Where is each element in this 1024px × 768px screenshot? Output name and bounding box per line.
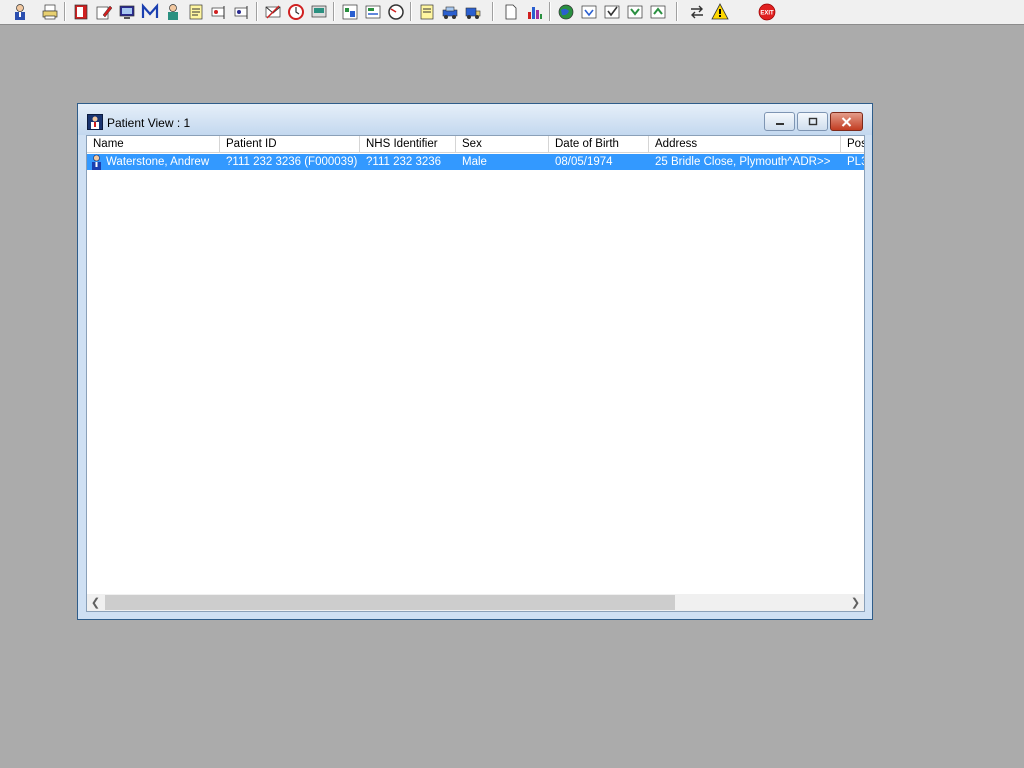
cell-address: 25 Bridle Close, Plymouth^ADR>> <box>655 156 831 168</box>
restore-icon <box>808 117 817 126</box>
column-header-patient-id[interactable]: Patient ID <box>220 136 360 153</box>
globe-icon[interactable] <box>555 1 576 22</box>
notes-icon[interactable] <box>185 1 206 22</box>
list-icon[interactable] <box>578 1 599 22</box>
exit-icon[interactable]: EXIT <box>756 1 777 22</box>
flag-icon[interactable] <box>208 1 229 22</box>
card-icon[interactable] <box>362 1 383 22</box>
table-row[interactable]: Waterstone, Andrew ?111 232 3236 (F00003… <box>87 154 864 170</box>
exit-label: EXIT <box>760 10 774 16</box>
transfer-icon[interactable] <box>686 1 707 22</box>
check-list-icon[interactable] <box>601 1 622 22</box>
patient-view-icon <box>87 114 103 130</box>
cell-name: Waterstone, Andrew <box>106 156 210 168</box>
cell-patient-id: ?111 232 3236 (F000039) <box>226 156 358 168</box>
horizontal-scrollbar[interactable]: ❮ ❯ <box>87 594 864 611</box>
import-icon[interactable] <box>624 1 645 22</box>
minimize-icon <box>775 122 784 125</box>
column-header-postcode[interactable]: Pos <box>841 136 864 153</box>
document-icon[interactable] <box>500 1 521 22</box>
scrollbar-thumb[interactable] <box>105 595 675 610</box>
close-button[interactable] <box>830 112 863 131</box>
patient-view-window: Patient View : 1 Name Patient ID NHS Ide… <box>77 103 873 620</box>
cell-nhs-identifier: ?111 232 3236 <box>366 156 442 168</box>
list-header: Name Patient ID NHS Identifier Sex Date … <box>87 136 864 153</box>
restore-button[interactable] <box>797 112 828 131</box>
memo-icon[interactable] <box>416 1 437 22</box>
scroll-right-icon[interactable]: ❯ <box>847 594 864 611</box>
flag-icon[interactable] <box>231 1 252 22</box>
scroll-left-icon[interactable]: ❮ <box>87 594 104 611</box>
dial-icon[interactable] <box>385 1 406 22</box>
printer-icon[interactable] <box>39 1 60 22</box>
patient-list: Name Patient ID NHS Identifier Sex Date … <box>86 135 865 612</box>
truck-icon[interactable] <box>462 1 483 22</box>
cell-dob: 08/05/1974 <box>555 156 613 168</box>
minimize-button[interactable] <box>764 112 795 131</box>
doctor-icon[interactable] <box>162 1 183 22</box>
edit-icon[interactable] <box>93 1 114 22</box>
book-icon[interactable] <box>70 1 91 22</box>
window-title: Patient View : 1 <box>107 116 191 130</box>
column-header-name[interactable]: Name <box>87 136 220 153</box>
bar-chart-icon[interactable] <box>524 1 545 22</box>
column-header-dob[interactable]: Date of Birth <box>549 136 649 153</box>
window-titlebar[interactable]: Patient View : 1 <box>78 104 872 135</box>
cell-postcode: PL3 <box>847 156 864 168</box>
column-header-nhs-identifier[interactable]: NHS Identifier <box>360 136 456 153</box>
export-icon[interactable] <box>647 1 668 22</box>
main-toolbar: EXIT <box>0 0 1024 25</box>
monitor-icon[interactable] <box>308 1 329 22</box>
column-header-sex[interactable]: Sex <box>456 136 549 153</box>
close-icon <box>841 116 852 127</box>
envelope-icon[interactable] <box>262 1 283 22</box>
chart-icon[interactable] <box>339 1 360 22</box>
warning-icon[interactable] <box>709 1 730 22</box>
column-header-address[interactable]: Address <box>649 136 841 153</box>
clock-icon[interactable] <box>285 1 306 22</box>
patient-icon[interactable] <box>9 1 30 22</box>
screen-icon[interactable] <box>116 1 137 22</box>
patient-row-icon <box>89 154 104 170</box>
cell-sex: Male <box>462 156 487 168</box>
car-icon[interactable] <box>439 1 460 22</box>
mail-icon[interactable] <box>139 1 160 22</box>
